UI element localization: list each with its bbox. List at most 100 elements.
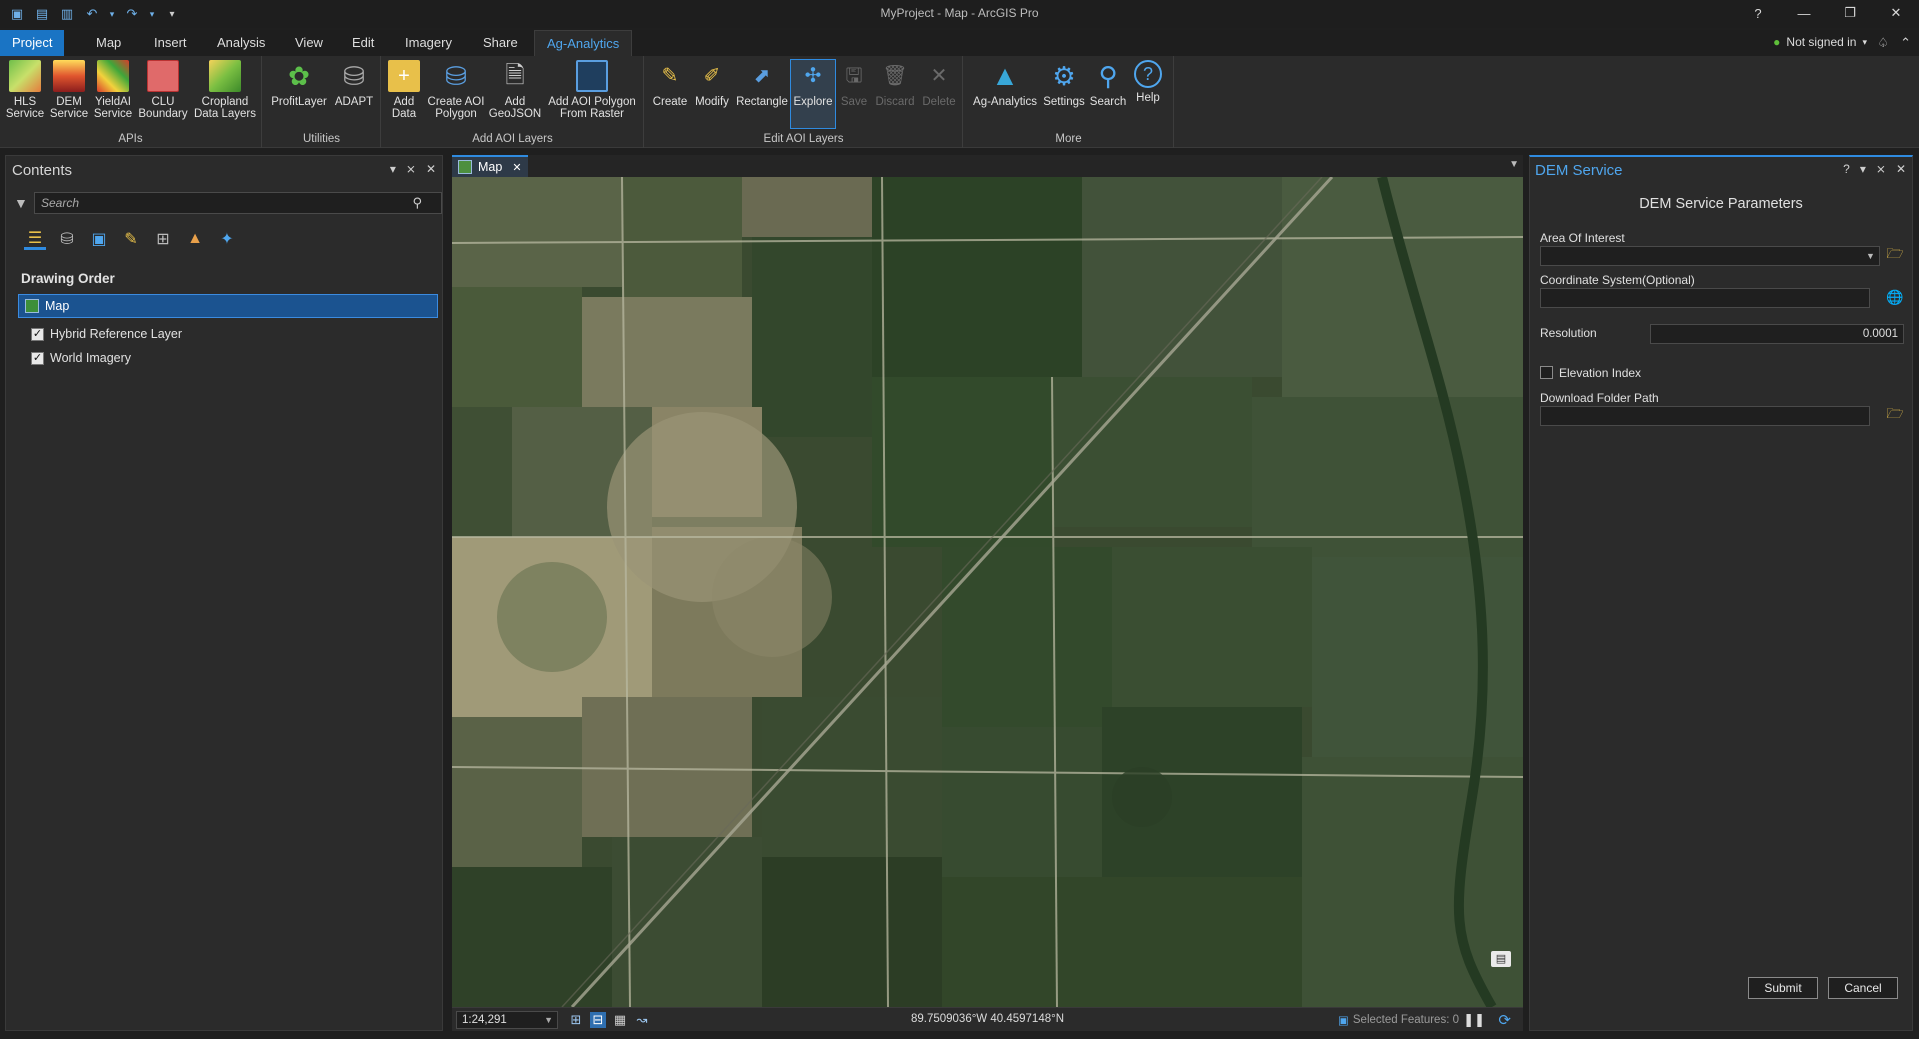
group-label-utilities: Utilities (302, 133, 341, 145)
ribbon: HLS Service DEM Service YieldAI Service CLU… (0, 56, 1919, 148)
drawing-order-icon[interactable]: ☰ (24, 228, 46, 250)
help-ribbon-button[interactable]: ? Help (1130, 60, 1166, 104)
modify-button[interactable]: ✐ Modify (691, 60, 733, 108)
map-tree-node[interactable]: Map (18, 294, 438, 318)
ribbon-group-add-aoi: + Add Data ⛁ Create AOI Polygon 🗎 Add GeoJS… (382, 56, 644, 148)
tab-imagery[interactable]: Imagery (393, 30, 464, 56)
close-icon[interactable]: ✕ (1896, 162, 1906, 176)
add-geojson-button[interactable]: 🗎 Add GeoJSON (488, 60, 542, 121)
contents-view-tabs: ☰ ⛁ ▣ ✎ ⊞ ▲ ✦ (24, 228, 238, 250)
dem-parameters-heading: DEM Service Parameters (1639, 196, 1803, 212)
delete-button[interactable]: ✕ Delete (919, 60, 959, 108)
filter-icon[interactable]: ▼ (14, 195, 28, 211)
notification-bell-icon[interactable]: ♤ (1877, 35, 1889, 51)
discard-button[interactable]: 🗑 Discard (873, 60, 917, 108)
help-button[interactable]: ? (1735, 0, 1781, 26)
rectangle-button[interactable]: ⬈ Rectangle (734, 60, 790, 108)
view-menu-icon[interactable]: ▼ (1509, 159, 1519, 170)
settings-button[interactable]: ⚙ Settings (1042, 60, 1086, 108)
sign-in-status[interactable]: ● Not signed in ▾ (1773, 35, 1867, 49)
layer-world-imagery[interactable]: ✓ World Imagery (31, 351, 131, 365)
explore-button[interactable]: ✣ Explore (790, 59, 836, 129)
layer-visibility-checkbox[interactable]: ✓ (31, 327, 44, 341)
editing-icon[interactable]: ✎ (120, 228, 142, 250)
elevation-index-checkbox[interactable] (1540, 366, 1553, 379)
collapse-ribbon-icon[interactable]: ⌃ (1900, 35, 1911, 51)
pause-drawing-icon[interactable]: ❚❚ (1463, 1012, 1485, 1028)
snapping-icon[interactable]: ⊞ (152, 228, 174, 250)
selection-icon[interactable]: ▣ (88, 228, 110, 250)
layer-visibility-checkbox[interactable]: ✓ (31, 351, 44, 365)
pane-menu-icon[interactable]: ▾ (390, 162, 396, 176)
pin-icon[interactable]: ⨯ (406, 162, 416, 176)
browse-aoi-icon[interactable]: 🗁 (1886, 245, 1904, 264)
dem-service-icon (53, 60, 85, 92)
tab-map[interactable]: Map (84, 30, 133, 56)
group-label-apis: APIs (118, 133, 143, 145)
coordinate-system-label: Coordinate System(Optional) (1540, 273, 1695, 287)
perspective-icon[interactable]: ✦ (216, 228, 238, 250)
data-source-icon[interactable]: ⛁ (56, 228, 78, 250)
refresh-icon[interactable]: ⟳ (1498, 1011, 1511, 1029)
pane-menu-icon[interactable]: ▾ (1860, 162, 1866, 176)
minimize-button[interactable]: — (1781, 0, 1827, 26)
tab-edit[interactable]: Edit (340, 30, 386, 56)
elevation-index-label: Elevation Index (1559, 366, 1642, 380)
create-aoi-polygon-button[interactable]: ⛁ Create AOI Polygon (424, 60, 488, 120)
close-icon[interactable]: ✕ (512, 161, 521, 174)
explore-icon: ✣ (804, 65, 822, 87)
hls-service-button[interactable]: HLS Service (4, 60, 46, 120)
labeling-icon[interactable]: ▲ (184, 228, 206, 250)
map-overview-icon[interactable]: ▤ (1491, 951, 1511, 967)
add-data-button[interactable]: + Add Data (386, 60, 422, 120)
add-aoi-from-raster-icon (576, 60, 608, 92)
save-button[interactable]: 🖫 Save (837, 60, 871, 108)
search-input[interactable] (34, 192, 442, 214)
adapt-button[interactable]: ⛁ ADAPT (331, 60, 377, 108)
help-circle-icon: ? (1134, 60, 1162, 88)
dem-service-button[interactable]: DEM Service (48, 60, 90, 120)
create-button[interactable]: ✎ Create (650, 60, 690, 108)
dem-service-pane: DEM Service ? ▾ ⨯ ✕ DEM Service Paramete… (1529, 155, 1913, 1031)
folder-icon[interactable]: 🗁 (1886, 405, 1904, 424)
resolution-input[interactable] (1650, 324, 1904, 344)
map-tab-label: Map (478, 160, 503, 174)
chevron-down-icon: ▾ (1862, 36, 1867, 47)
save-icon: 🖫 (845, 65, 863, 87)
chevron-down-icon[interactable]: ▼ (1866, 251, 1875, 261)
contents-search: ▼ ⚲ (10, 192, 442, 216)
search-button[interactable]: ⚲ Search (1088, 60, 1128, 108)
contents-title: Contents (12, 162, 73, 179)
clu-boundary-button[interactable]: CLU Boundary (137, 60, 189, 120)
profitlayer-button[interactable]: ✿ ProfitLayer (269, 60, 329, 108)
pin-icon[interactable]: ⨯ (1876, 162, 1886, 176)
tab-insert[interactable]: Insert (142, 30, 199, 56)
layer-label: World Imagery (50, 351, 132, 365)
close-button[interactable]: ✕ (1873, 0, 1919, 26)
modify-icon: ✐ (703, 65, 721, 87)
help-icon[interactable]: ? (1843, 162, 1850, 176)
ag-analytics-button[interactable]: ▲ Ag-Analytics (970, 60, 1040, 109)
coordinate-system-input[interactable] (1540, 288, 1870, 308)
submit-button[interactable]: Submit (1748, 977, 1818, 999)
map-view-tab[interactable]: Map ✕ (452, 155, 528, 177)
add-aoi-polygon-from-raster-button[interactable]: Add AOI Polygon From Raster (542, 60, 642, 120)
yieldai-service-button[interactable]: YieldAI Service (91, 60, 135, 120)
aoi-select[interactable] (1540, 246, 1880, 266)
map-canvas[interactable]: ▤ (452, 177, 1523, 1007)
create-edit-icon: ✎ (661, 65, 679, 87)
tab-analysis[interactable]: Analysis (205, 30, 277, 56)
cropland-data-layers-button[interactable]: Cropland Data Layers (193, 60, 257, 120)
layer-hybrid-reference[interactable]: ✓ Hybrid Reference Layer (31, 327, 182, 341)
rectangle-select-icon: ⬈ (753, 65, 771, 87)
restore-button[interactable]: ❐ (1827, 0, 1873, 26)
cancel-button[interactable]: Cancel (1828, 977, 1898, 999)
tab-share[interactable]: Share (471, 30, 530, 56)
tab-project[interactable]: Project (0, 30, 65, 56)
tab-view[interactable]: View (283, 30, 335, 56)
tab-ag-analytics[interactable]: Ag-Analytics (534, 30, 633, 56)
close-icon[interactable]: ✕ (426, 162, 436, 176)
download-folder-input[interactable] (1540, 406, 1870, 426)
search-icon[interactable]: ⚲ (412, 195, 422, 211)
globe-icon[interactable]: 🌐 (1886, 288, 1904, 306)
